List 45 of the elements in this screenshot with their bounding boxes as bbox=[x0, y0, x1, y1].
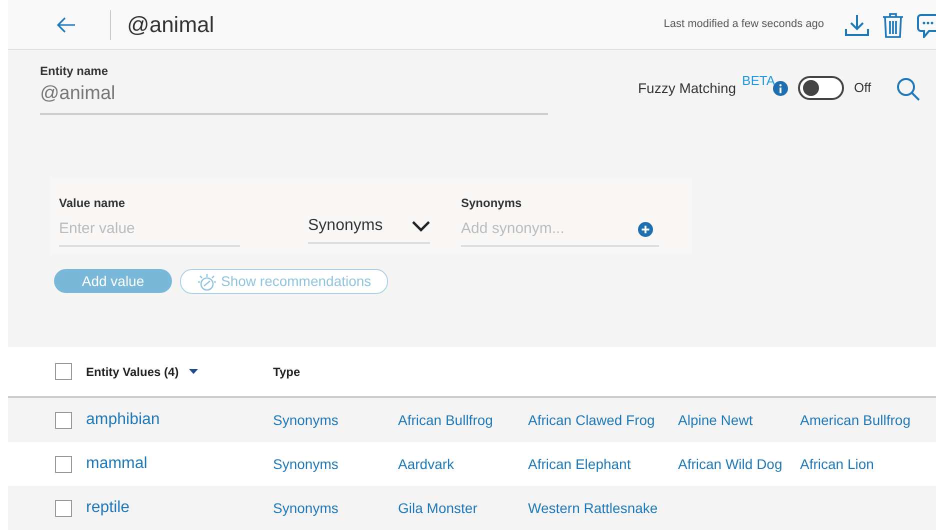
checkbox[interactable] bbox=[55, 500, 72, 516]
entity-value-link[interactable]: reptile bbox=[86, 496, 273, 520]
checkbox[interactable] bbox=[55, 363, 72, 380]
type-link[interactable]: Synonyms bbox=[273, 410, 398, 430]
entity-name-field[interactable]: @animal bbox=[40, 80, 548, 114]
synonym-link[interactable]: American Bullfrog bbox=[800, 410, 936, 430]
synonym-link[interactable]: Aardvark bbox=[398, 454, 528, 474]
chevron-icon bbox=[412, 220, 430, 232]
column-header[interactable]: Entity Values (4) bbox=[86, 362, 179, 380]
add-value-button[interactable]: Add value bbox=[54, 269, 172, 293]
last-modified-text: Last modified a few seconds ago bbox=[664, 17, 824, 32]
search-button[interactable] bbox=[896, 77, 920, 101]
type-link[interactable]: Synonyms bbox=[273, 454, 398, 474]
synonym-link[interactable]: Gila Monster bbox=[398, 498, 528, 518]
back-arrow-icon bbox=[56, 16, 76, 32]
checkbox[interactable] bbox=[55, 412, 72, 428]
synonym-link[interactable]: African Lion bbox=[800, 454, 936, 474]
beta-tag: BETA bbox=[742, 71, 776, 91]
field-label: Synonyms bbox=[461, 195, 522, 212]
entity-value-link[interactable]: amphibian bbox=[86, 408, 273, 432]
column-header: Type bbox=[273, 364, 302, 380]
type-link[interactable]: Synonyms bbox=[273, 498, 398, 518]
trash-icon bbox=[882, 12, 904, 38]
toggle-switch[interactable] bbox=[798, 76, 844, 100]
checkbox[interactable] bbox=[55, 456, 72, 472]
field-label: Value name bbox=[59, 195, 126, 212]
toggle-state-text: Off bbox=[854, 79, 872, 98]
synonym-link[interactable]: Western Rattlesnake bbox=[528, 498, 678, 518]
synonym-link[interactable]: African Clawed Frog bbox=[528, 410, 678, 430]
download-icon bbox=[844, 12, 870, 36]
synonym-link[interactable]: African Wild Dog bbox=[678, 454, 800, 474]
value-name-field[interactable]: Enter value bbox=[59, 218, 240, 246]
search-icon bbox=[896, 77, 920, 101]
sort-caret-icon[interactable] bbox=[188, 369, 198, 374]
type-dropdown[interactable]: Synonyms bbox=[308, 214, 430, 244]
entity-value-link[interactable]: mammal bbox=[86, 452, 273, 476]
fuzzy-matching-label: Fuzzy Matching bbox=[638, 78, 736, 98]
info-icon bbox=[773, 80, 788, 96]
synonym-link[interactable]: Alpine Newt bbox=[678, 410, 800, 430]
add-icon[interactable] bbox=[638, 222, 653, 237]
synonym-link[interactable]: African Bullfrog bbox=[398, 410, 528, 430]
synonym-link[interactable]: African Elephant bbox=[528, 454, 678, 474]
speech-bubble-icon bbox=[916, 12, 936, 38]
field-label: Entity name bbox=[40, 63, 110, 80]
entity-title: @animal bbox=[127, 11, 214, 39]
